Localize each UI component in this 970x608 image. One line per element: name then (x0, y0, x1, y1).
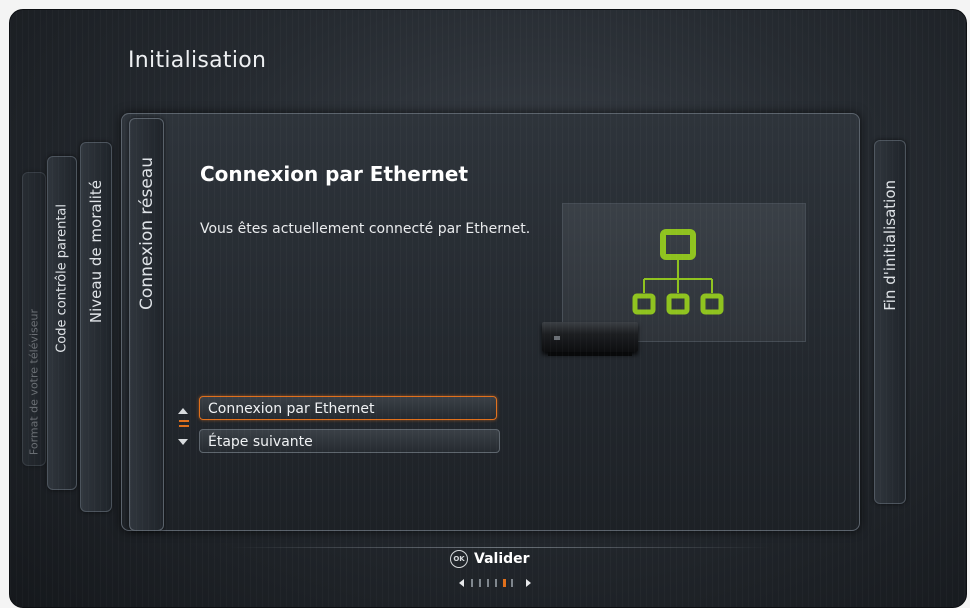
step-tab-end-initialisation[interactable]: Fin d'initialisation (874, 140, 906, 504)
step-tab-parental-code[interactable]: Code contrôle parental (47, 156, 77, 490)
pager-prev-icon[interactable] (459, 579, 464, 587)
scroll-up-icon[interactable] (178, 408, 188, 414)
section-heading: Connexion par Ethernet (200, 162, 469, 186)
ok-button-icon: OK (450, 550, 468, 568)
pager-tick (495, 579, 497, 587)
pager-next-icon[interactable] (526, 579, 531, 587)
step-tab-label: Code contrôle parental (54, 204, 70, 353)
set-top-box-icon (542, 322, 638, 356)
pager-tick (479, 579, 481, 587)
step-tab-morality-level[interactable]: Niveau de moralité (80, 142, 112, 512)
step-tab-network-connection[interactable]: Connexion réseau (129, 118, 164, 531)
pager-tick (503, 579, 506, 587)
step-pager (459, 578, 531, 588)
option-ethernet-connection[interactable]: Connexion par Ethernet (199, 396, 497, 420)
step-tab-label: Fin d'initialisation (881, 180, 899, 311)
tv-screen: Initialisation Format de votre téléviseu… (9, 9, 967, 608)
pager-tick (487, 579, 489, 587)
list-position-marker (179, 420, 189, 422)
page-title: Initialisation (128, 48, 267, 73)
section-description: Vous êtes actuellement connecté par Ethe… (200, 221, 531, 237)
step-tab-label: Niveau de moralité (87, 179, 105, 323)
option-next-step[interactable]: Étape suivante (199, 429, 500, 453)
list-position-marker (179, 425, 189, 427)
scroll-down-icon[interactable] (178, 439, 188, 445)
step-tab-tv-format[interactable]: Format de votre téléviseur (22, 172, 46, 466)
step-tab-label: Format de votre téléviseur (27, 308, 41, 455)
validate-action[interactable]: OK Valider (450, 548, 530, 570)
network-diagram-icon (632, 229, 724, 315)
step-tab-label: Connexion réseau (136, 157, 157, 310)
validate-label: Valider (474, 551, 530, 567)
pager-tick (471, 579, 473, 587)
pager-tick (511, 579, 513, 587)
